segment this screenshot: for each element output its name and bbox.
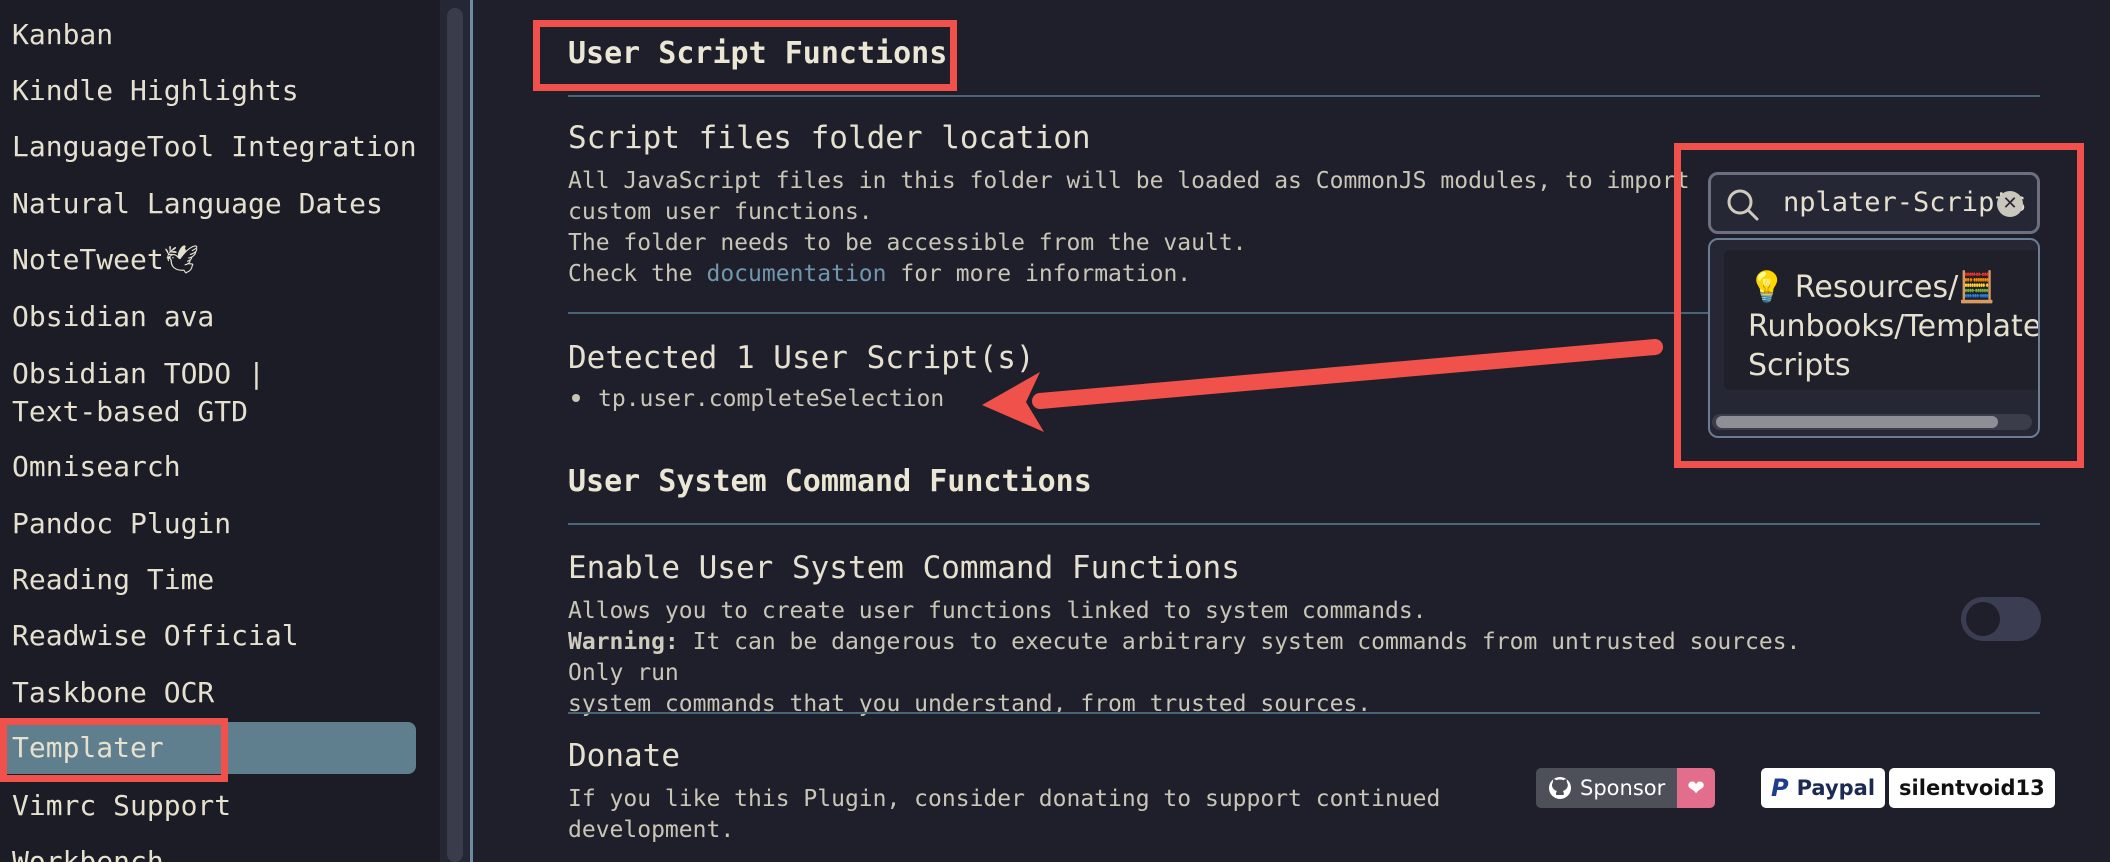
toggle-knob xyxy=(1966,602,2000,636)
suggestion-line: 💡 Resources/🧮 xyxy=(1748,270,1996,305)
script-folder-setting-description: All JavaScript files in this folder will… xyxy=(568,166,1690,290)
documentation-link[interactable]: documentation xyxy=(706,261,886,287)
donate-setting-name: Donate xyxy=(568,738,680,774)
sidebar-item-obsidian-todo[interactable]: Obsidian TODO | Text-based GTD xyxy=(12,355,352,431)
sidebar-item-pandoc-plugin[interactable]: Pandoc Plugin xyxy=(12,504,231,544)
enable-system-commands-toggle[interactable] xyxy=(1961,597,2041,641)
github-icon xyxy=(1549,777,1571,799)
description-line: Check the documentation for more informa… xyxy=(568,259,1690,290)
enable-system-commands-setting-name: Enable User System Command Functions xyxy=(568,550,1240,586)
description-line: Warning: It can be dangerous to execute … xyxy=(568,627,1868,689)
description-text: It can be dangerous to execute arbitrary… xyxy=(568,629,1801,686)
folder-suggestion-item[interactable]: 💡 Resources/🧮 Runbooks/Template Scripts xyxy=(1724,250,2040,390)
search-input-value: nplater-Scripts xyxy=(1783,187,2027,218)
paypal-label-part: P Paypal xyxy=(1761,768,1886,808)
sidebar-scrollbar-thumb[interactable] xyxy=(447,8,463,862)
description-line: development. xyxy=(568,817,735,843)
sponsor-label-part: Sponsor xyxy=(1536,768,1678,808)
bullet-icon xyxy=(572,393,580,402)
suggestion-line: Runbooks/Template xyxy=(1748,309,2040,344)
sidebar-item-kanban[interactable]: Kanban xyxy=(12,15,113,55)
section-divider xyxy=(568,523,2040,525)
sidebar-item-notetweet[interactable]: NoteTweet🕊 xyxy=(12,240,199,280)
description-line: The folder needs to be accessible from t… xyxy=(568,230,1247,256)
script-folder-search-input[interactable]: nplater-Scripts ✕ xyxy=(1708,172,2040,234)
folder-suggestion-dropdown: 💡 Resources/🧮 Runbooks/Template Scripts xyxy=(1708,238,2040,438)
warning-label: Warning: xyxy=(568,629,679,655)
sidebar-item-natural-language-dates[interactable]: Natural Language Dates xyxy=(12,184,383,224)
search-icon xyxy=(1727,189,1759,221)
script-folder-setting-name: Script files folder location xyxy=(568,120,1091,156)
paypal-label: Paypal xyxy=(1796,776,1876,800)
sidebar-item-reading-time[interactable]: Reading Time xyxy=(12,560,214,600)
sidebar-item-taskbone-ocr[interactable]: Taskbone OCR xyxy=(12,673,214,713)
sidebar-item-readwise-official[interactable]: Readwise Official xyxy=(12,616,299,656)
detected-script-name: tp.user.completeSelection xyxy=(598,386,945,412)
description-text: Check the xyxy=(568,261,707,287)
description-line: If you like this Plugin, consider donati… xyxy=(568,786,1441,812)
setting-divider xyxy=(568,712,2040,714)
donate-description: If you like this Plugin, consider donati… xyxy=(568,784,1440,846)
dropdown-scrollbar-thumb[interactable] xyxy=(1716,416,1998,428)
sidebar-item-languagetool-integration[interactable]: LanguageTool Integration xyxy=(12,127,417,167)
user-system-command-heading: User System Command Functions xyxy=(568,464,1092,499)
description-line: Allows you to create user functions link… xyxy=(568,598,1427,624)
section-divider xyxy=(568,95,2040,97)
settings-sidebar: Kanban Kindle Highlights LanguageTool In… xyxy=(0,0,440,862)
sidebar-item-kindle-highlights[interactable]: Kindle Highlights xyxy=(12,71,299,111)
paypal-logo-icon: P xyxy=(1771,774,1789,802)
paypal-button[interactable]: P Paypal silentvoid13 xyxy=(1761,768,2055,808)
github-sponsor-button[interactable]: Sponsor ❤ xyxy=(1536,768,1715,808)
sidebar-item-omnisearch[interactable]: Omnisearch xyxy=(12,447,181,487)
sidebar-item-workbench[interactable]: Workbench xyxy=(12,842,164,862)
heart-icon: ❤ xyxy=(1677,768,1715,808)
sidebar-item-templater[interactable]: Templater xyxy=(12,728,164,768)
sponsor-label: Sponsor xyxy=(1580,776,1666,800)
description-line: custom user functions. xyxy=(568,199,873,225)
detected-scripts-title: Detected 1 User Script(s) xyxy=(568,340,1035,376)
description-line: All JavaScript files in this folder will… xyxy=(568,168,1690,194)
sidebar-item-obsidian-ava[interactable]: Obsidian ava xyxy=(12,297,214,337)
description-text: for more information. xyxy=(886,261,1192,287)
enable-system-commands-description: Allows you to create user functions link… xyxy=(568,596,1868,720)
description-line: system commands that you understand, fro… xyxy=(568,691,1372,717)
folder-suggestion-text: 💡 Resources/🧮 Runbooks/Template Scripts xyxy=(1748,268,2040,385)
sidebar-item-vimrc-support[interactable]: Vimrc Support xyxy=(12,786,231,826)
detected-script-item: tp.user.completeSelection xyxy=(570,386,944,412)
user-script-functions-heading: User Script Functions xyxy=(568,36,948,71)
clear-search-icon[interactable]: ✕ xyxy=(1997,191,2023,217)
paypal-username: silentvoid13 xyxy=(1889,768,2055,808)
suggestion-line: Scripts xyxy=(1748,348,1851,383)
